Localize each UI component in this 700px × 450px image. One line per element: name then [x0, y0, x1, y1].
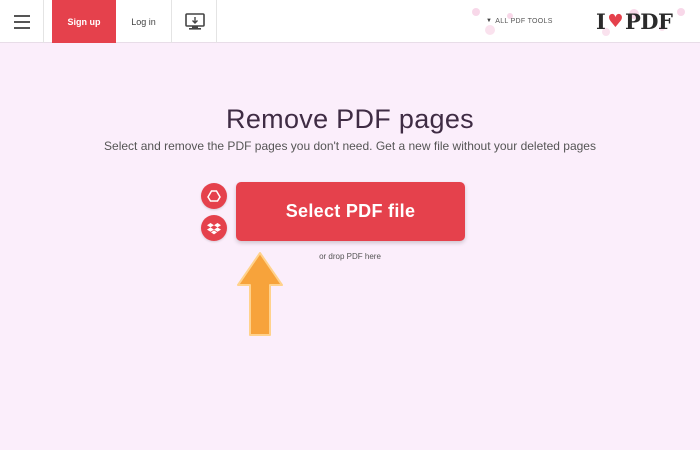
desktop-app-icon[interactable]	[173, 0, 217, 43]
all-tools-label: ALL PDF TOOLS	[495, 17, 553, 25]
page-subtitle: Select and remove the PDF pages you don'…	[104, 139, 596, 153]
page-title: Remove PDF pages	[226, 104, 474, 134]
dropbox-icon[interactable]	[201, 215, 227, 241]
heart-icon: ♥	[607, 10, 623, 32]
drop-hint: or drop PDF here	[319, 252, 381, 261]
page: Sign up Log in ▼ ALL PDF TOOLS I ♥ PDF R…	[0, 0, 700, 450]
up-arrow-icon	[237, 252, 283, 336]
google-drive-icon[interactable]	[201, 183, 227, 209]
top-navbar: Sign up Log in ▼ ALL PDF TOOLS I ♥ PDF	[0, 0, 700, 43]
hamburger-menu-icon[interactable]	[0, 0, 44, 43]
signup-button[interactable]: Sign up	[52, 0, 116, 43]
select-pdf-file-button[interactable]: Select PDF file	[236, 182, 465, 241]
all-tools-menu[interactable]: ▼ ALL PDF TOOLS	[486, 13, 553, 29]
logo-text-right: PDF	[624, 8, 673, 34]
logo-text-left: I	[596, 8, 606, 34]
login-link[interactable]: Log in	[116, 0, 172, 43]
caret-down-icon: ▼	[486, 18, 493, 24]
ilovepdf-logo[interactable]: I ♥ PDF	[596, 6, 673, 36]
